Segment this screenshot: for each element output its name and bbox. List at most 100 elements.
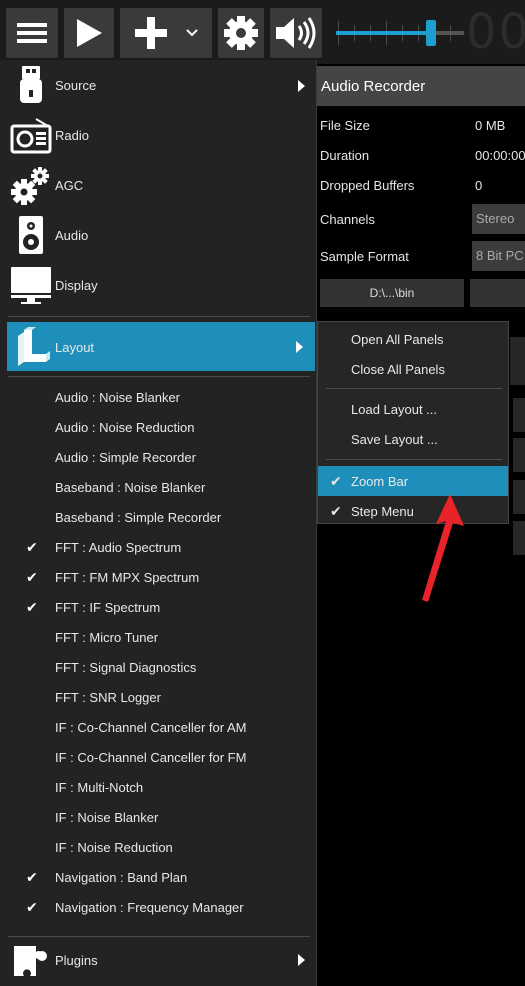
hamburger-icon	[17, 19, 47, 47]
menu-item-panel[interactable]: Audio : Simple Recorder	[0, 442, 317, 472]
menu-item-radio[interactable]: Radio	[0, 110, 317, 160]
submenu-separator	[326, 459, 502, 460]
channels-label: Channels	[320, 212, 375, 227]
submenu-arrow-icon	[298, 954, 305, 966]
sample-format-select[interactable]: 8 Bit PC	[472, 241, 525, 271]
menu-item-label: Baseband : Noise Blanker	[55, 480, 206, 495]
menu-item-label: Audio	[55, 228, 89, 243]
record-button[interactable]	[470, 279, 525, 307]
menu-item-label: Audio : Noise Reduction	[55, 420, 195, 435]
menu-item-panel[interactable]: IF : Multi-Notch	[0, 772, 317, 802]
frequency-display[interactable]: 00	[466, 4, 525, 60]
volume-slider[interactable]	[336, 12, 464, 54]
play-button[interactable]	[64, 8, 114, 58]
chevron-down-icon[interactable]	[186, 29, 198, 37]
menu-item-label: Source	[55, 78, 97, 93]
gears-icon	[11, 167, 49, 205]
submenu-item-save-layout[interactable]: Save Layout ...	[318, 424, 508, 454]
play-icon	[77, 19, 102, 47]
menu-item-panel[interactable]: ✔ Navigation : Band Plan	[0, 862, 317, 892]
submenu-item-open-all-panels[interactable]: Open All Panels	[318, 324, 508, 354]
menu-item-label: IF : Co-Channel Canceller for AM	[55, 720, 247, 735]
menu-item-label: Navigation : Frequency Manager	[55, 900, 244, 915]
menu-item-label: FFT : Signal Diagnostics	[55, 660, 197, 675]
menu-item-panel[interactable]: IF : Co-Channel Canceller for AM	[0, 712, 317, 742]
checkmark-icon: ✔	[26, 899, 38, 915]
submenu-item-zoom-bar[interactable]: ✔ Zoom Bar	[318, 466, 508, 496]
add-source-button[interactable]	[120, 8, 212, 58]
menu-separator	[8, 316, 310, 317]
volume-slider-fill	[336, 31, 431, 35]
file-size-value: 0 MB	[475, 118, 506, 133]
menu-item-panel[interactable]: ✔ FFT : Audio Spectrum	[0, 532, 317, 562]
submenu-item-label: Save Layout ...	[351, 432, 438, 447]
annotation-arrow-icon	[422, 494, 464, 602]
menu-item-panel[interactable]: FFT : SNR Logger	[0, 682, 317, 712]
main-menu: Source Radio AGC Audio Display Layout Au…	[0, 60, 317, 986]
submenu-item-label: Zoom Bar	[351, 474, 409, 489]
menu-item-label: IF : Noise Reduction	[55, 840, 173, 855]
plus-icon	[135, 17, 167, 49]
checkmark-icon: ✔	[330, 473, 342, 489]
menu-item-label: FFT : Audio Spectrum	[55, 540, 182, 555]
submenu-item-label: Open All Panels	[351, 332, 444, 347]
menu-item-plugins[interactable]: Plugins	[0, 940, 317, 986]
menu-item-panel[interactable]: FFT : Signal Diagnostics	[0, 652, 317, 682]
recorder-panel-title[interactable]: Audio Recorder	[317, 66, 525, 106]
menu-item-label: FFT : SNR Logger	[55, 690, 161, 705]
menu-item-panel[interactable]: IF : Noise Blanker	[0, 802, 317, 832]
mute-button[interactable]	[270, 8, 322, 58]
puzzle-piece-icon	[14, 946, 47, 976]
menu-item-label: FFT : Micro Tuner	[55, 630, 159, 645]
layout-submenu: Open All Panels Close All Panels Load La…	[317, 321, 509, 524]
speaker-cabinet-icon	[19, 216, 43, 254]
menu-item-label: Baseband : Simple Recorder	[55, 510, 222, 525]
checkmark-icon: ✔	[330, 503, 342, 519]
settings-button[interactable]	[218, 8, 264, 58]
usb-stick-icon	[20, 66, 42, 103]
menu-item-panel[interactable]: IF : Noise Reduction	[0, 832, 317, 862]
file-size-label: File Size	[320, 118, 370, 133]
menu-item-label: IF : Noise Blanker	[55, 810, 159, 825]
menu-item-panel[interactable]: Baseband : Simple Recorder	[0, 502, 317, 532]
menu-separator	[8, 376, 310, 377]
menu-item-panel[interactable]: Audio : Noise Reduction	[0, 412, 317, 442]
menu-item-panel[interactable]: ✔ FFT : FM MPX Spectrum	[0, 562, 317, 592]
speaker-icon	[276, 17, 316, 49]
main-menu-button[interactable]	[6, 8, 58, 58]
menu-item-source[interactable]: Source	[0, 60, 317, 110]
submenu-separator	[326, 388, 502, 389]
output-folder-button[interactable]: D:\...\bin	[320, 279, 464, 307]
menu-item-panel[interactable]: ✔ Navigation : Frequency Manager	[0, 892, 317, 922]
submenu-item-close-all-panels[interactable]: Close All Panels	[318, 354, 508, 384]
hidden-panel-control	[513, 438, 525, 472]
menu-item-panel[interactable]: Audio : Noise Blanker	[0, 382, 317, 412]
menu-item-label: Radio	[55, 128, 89, 143]
menu-item-label: Display	[55, 278, 98, 293]
submenu-arrow-icon	[298, 80, 305, 92]
hidden-panel-header	[510, 337, 525, 385]
menu-item-panel[interactable]: FFT : Micro Tuner	[0, 622, 317, 652]
hidden-panel-control	[513, 398, 525, 432]
submenu-item-label: Load Layout ...	[351, 402, 438, 417]
submenu-arrow-icon	[296, 341, 303, 353]
submenu-item-step-menu[interactable]: ✔ Step Menu	[318, 496, 508, 526]
volume-slider-thumb[interactable]	[425, 20, 436, 46]
duration-label: Duration	[320, 148, 370, 163]
menu-item-label: Layout	[55, 340, 95, 355]
menu-item-label: FFT : FM MPX Spectrum	[55, 570, 200, 585]
menu-item-panel[interactable]: IF : Co-Channel Canceller for FM	[0, 742, 317, 772]
menu-item-label: IF : Co-Channel Canceller for FM	[55, 750, 247, 765]
menu-item-agc[interactable]: AGC	[0, 160, 317, 210]
menu-item-label: IF : Multi-Notch	[55, 780, 144, 795]
menu-item-panel[interactable]: ✔ FFT : IF Spectrum	[0, 592, 317, 622]
menu-item-display[interactable]: Display	[0, 260, 317, 310]
menu-separator	[8, 936, 310, 937]
menu-item-panel[interactable]: Baseband : Noise Blanker	[0, 472, 317, 502]
hidden-panel-control	[513, 480, 525, 514]
menu-item-layout[interactable]: Layout	[7, 322, 315, 371]
radio-icon	[10, 118, 52, 154]
channels-select[interactable]: Stereo	[472, 204, 525, 234]
menu-item-audio[interactable]: Audio	[0, 210, 317, 260]
submenu-item-load-layout[interactable]: Load Layout ...	[318, 394, 508, 424]
